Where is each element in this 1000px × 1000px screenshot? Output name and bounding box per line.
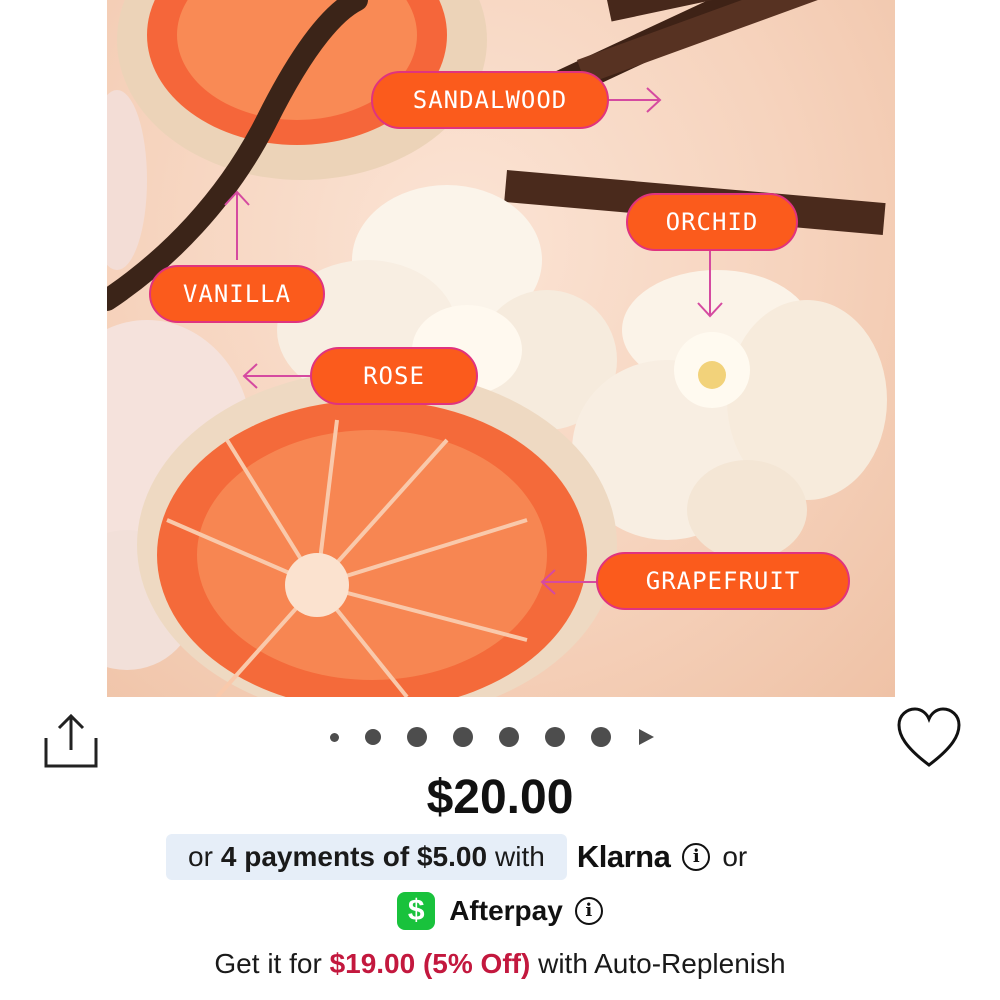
or-suffix: or [722, 841, 748, 872]
note-label-sandalwood: SANDALWOOD [371, 71, 609, 129]
klarna-logo: Klarna [576, 839, 671, 874]
afterpay-info-icon[interactable]: i [574, 897, 603, 925]
carousel-dot[interactable] [545, 727, 565, 747]
carousel-dot[interactable] [499, 727, 519, 747]
product-image[interactable]: SANDALWOOD ORCHID VANILLA ROSE GRAPEFRUI… [107, 0, 895, 697]
auto-replenish-offer[interactable]: Get it for $19.00 (5% Off) with Auto-Rep… [0, 948, 1000, 980]
replenish-discount: $19.00 (5% Off) [329, 948, 531, 979]
cashapp-icon: $ [397, 892, 436, 930]
orchid-right [572, 270, 887, 560]
share-icon [44, 713, 98, 768]
with-text: with [495, 841, 545, 872]
carousel-dot[interactable] [330, 732, 339, 742]
share-button[interactable] [42, 712, 100, 770]
heart-icon [897, 707, 961, 767]
carousel-pagination [330, 724, 654, 750]
carousel-dot[interactable] [407, 727, 427, 747]
installments-pill: or 4 payments of $5.00 with [166, 834, 567, 880]
note-label-grapefruit: GRAPEFRUIT [596, 552, 850, 610]
note-label-rose: ROSE [310, 347, 478, 405]
afterpay-row: $ Afterpay i [0, 892, 1000, 930]
or-prefix: or [188, 841, 213, 872]
favorite-button[interactable] [895, 705, 963, 773]
replenish-prefix: Get it for [214, 948, 322, 979]
replenish-suffix: with Auto-Replenish [538, 948, 786, 979]
carousel-dot[interactable] [453, 727, 473, 747]
note-label-vanilla: VANILLA [149, 265, 325, 323]
klarna-payment-row: or 4 payments of $5.00 with Klarna i or [166, 834, 747, 880]
afterpay-label: Afterpay [449, 895, 563, 926]
product-price: $20.00 [426, 771, 574, 824]
carousel-dot[interactable] [365, 729, 381, 745]
note-label-orchid: ORCHID [626, 193, 798, 251]
installments-text: 4 payments of $5.00 [220, 841, 488, 872]
play-triangle-icon[interactable] [639, 729, 654, 745]
klarna-info-icon[interactable]: i [682, 843, 711, 871]
carousel-dot[interactable] [591, 727, 611, 747]
